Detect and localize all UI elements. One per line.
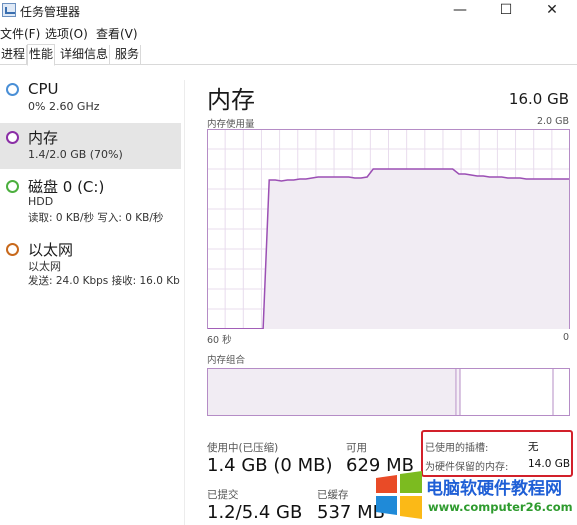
sidebar-item-memory[interactable]: 内存 1.4/2.0 GB (70%) <box>0 123 181 169</box>
sidebar-item-disk[interactable]: 磁盘 0 (C:) HDD 读取: 0 KB/秒 写入: 0 KB/秒 <box>0 175 181 225</box>
memory-composition-bar <box>207 368 570 416</box>
graph-max-label: 2.0 GB <box>536 116 569 127</box>
sidebar-item-sub: 0% 2.60 GHz <box>28 100 100 113</box>
sidebar-item-sub: HDD <box>28 195 54 208</box>
cached-label: 已缓存 <box>317 489 349 501</box>
time-start-label: 60 秒 <box>207 335 232 346</box>
sidebar-item-sub: 以太网 <box>28 260 61 273</box>
tab-processes[interactable]: 进程 <box>0 45 28 65</box>
task-manager-icon <box>2 3 16 17</box>
tab-services[interactable]: 服务 <box>114 45 142 65</box>
ethernet-dot-icon <box>6 243 19 256</box>
memory-dot-icon <box>6 131 19 144</box>
close-button[interactable]: ✕ <box>529 0 575 22</box>
minimize-button[interactable]: — <box>437 0 483 22</box>
watermark-title: 电脑软硬件教程网 <box>426 479 562 499</box>
watermark: 电脑软硬件教程网 www.computer26.com <box>374 468 577 525</box>
sidebar-item-detail: 读取: 0 KB/秒 写入: 0 KB/秒 <box>28 212 164 224</box>
committed-value: 1.2/5.4 GB <box>207 502 303 523</box>
total-memory: 16.0 GB <box>508 90 569 108</box>
sidebar-item-ethernet[interactable]: 以太网 以太网 发送: 24.0 Kbps 接收: 16.0 Kb <box>0 238 181 288</box>
slots-label: 已使用的插槽: <box>425 443 489 454</box>
menu-options[interactable]: 选项(O) <box>45 25 88 42</box>
tab-details[interactable]: 详细信息 <box>59 45 111 65</box>
sidebar-item-detail: 发送: 24.0 Kbps 接收: 16.0 Kb <box>28 275 180 287</box>
in-use-value: 1.4 GB (0 MB) <box>207 455 333 476</box>
tab-bar: 进程 性能 详细信息 服务 <box>0 44 577 66</box>
menu-file[interactable]: 文件(F) <box>0 25 40 42</box>
sidebar-item-title: 以太网 <box>28 241 74 259</box>
watermark-url: www.computer26.com <box>428 500 573 514</box>
memory-usage-graph <box>207 129 570 329</box>
sidebar-item-cpu[interactable]: CPU 0% 2.60 GHz <box>0 78 181 118</box>
composition-label: 内存组合 <box>207 355 246 366</box>
sidebar-item-sub: 1.4/2.0 GB (70%) <box>28 148 123 161</box>
sidebar-item-title: 磁盘 0 (C:) <box>28 178 105 196</box>
cpu-dot-icon <box>6 83 19 96</box>
menu-view[interactable]: 查看(V) <box>96 25 138 42</box>
sidebar-item-title: 内存 <box>28 129 59 147</box>
slots-value: 无 <box>528 441 539 453</box>
menu-bar: 文件(F) 选项(O) 查看(V) <box>0 24 577 42</box>
page-title: 内存 <box>207 86 255 114</box>
available-label: 可用 <box>346 442 367 454</box>
title-bar: 任务管理器 — ☐ ✕ <box>0 0 577 22</box>
committed-label: 已提交 <box>207 489 239 501</box>
composition-in-use <box>208 369 456 415</box>
in-use-label: 使用中(已压缩) <box>207 442 279 454</box>
windows-logo-icon <box>376 471 422 519</box>
time-end-label: 0 <box>562 332 569 343</box>
sidebar-item-title: CPU <box>28 80 59 98</box>
disk-dot-icon <box>6 180 19 193</box>
window-title: 任务管理器 <box>20 5 81 19</box>
panel-separator <box>184 80 185 525</box>
maximize-button[interactable]: ☐ <box>483 0 529 22</box>
graph-label: 内存使用量 <box>207 119 255 130</box>
tab-performance[interactable]: 性能 <box>27 44 56 66</box>
